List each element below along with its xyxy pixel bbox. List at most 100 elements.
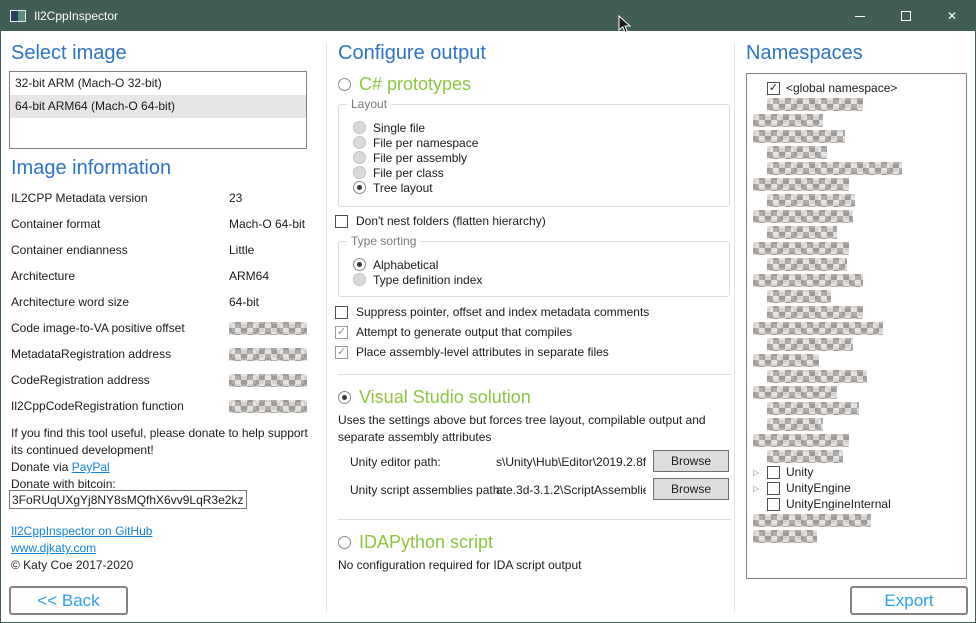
flatten-checkbox[interactable]: Don't nest folders (flatten hierarchy): [335, 213, 546, 229]
namespace-row-redacted: [753, 448, 964, 464]
browse-script-path-button[interactable]: Browse: [653, 478, 729, 500]
browse-editor-path-button[interactable]: Browse: [653, 450, 729, 472]
donate-block: If you find this tool useful, please don…: [11, 425, 317, 493]
namespace-checkbox[interactable]: ✓: [767, 82, 780, 95]
namespace-row[interactable]: ▷Unity: [753, 464, 964, 480]
redacted-namespace: [767, 418, 823, 431]
info-row: Architecture word size64-bit: [11, 289, 313, 315]
image-listbox[interactable]: 32-bit ARM (Mach-O 32-bit)64-bit ARM64 (…: [9, 71, 307, 149]
select-image-heading: Select image: [11, 42, 127, 65]
minimize-button[interactable]: [837, 1, 883, 31]
export-button[interactable]: Export: [850, 586, 968, 615]
info-row: Container formatMach-O 64-bit: [11, 211, 313, 237]
redacted-namespace: [753, 354, 819, 367]
maximize-icon: [901, 11, 911, 21]
layout-option[interactable]: File per assembly: [353, 150, 478, 165]
unity-editor-path-value[interactable]: s\Unity\Hub\Editor\2019.2.8f1: [496, 455, 646, 469]
redacted-namespace: [753, 322, 883, 335]
idapython-script-radio[interactable]: IDAPython script: [338, 531, 493, 553]
website-link[interactable]: www.djkaty.com: [11, 541, 96, 555]
layout-option[interactable]: Single file: [353, 120, 478, 135]
namespace-row-redacted: [753, 272, 964, 288]
namespace-checkbox[interactable]: [767, 498, 780, 511]
idapython-description: No configuration required for IDA script…: [338, 557, 730, 574]
paypal-link[interactable]: PayPal: [72, 460, 110, 474]
layout-option-label: File per assembly: [373, 151, 467, 165]
flatten-checkbox-label: Don't nest folders (flatten hierarchy): [356, 214, 546, 228]
namespace-row-redacted: [753, 416, 964, 432]
info-value: Mach-O 64-bit: [229, 217, 305, 231]
info-value: Little: [229, 243, 254, 257]
info-label: Architecture: [11, 269, 229, 283]
output-option-checkbox[interactable]: Suppress pointer, offset and index metad…: [335, 302, 649, 322]
image-list-item[interactable]: 64-bit ARM64 (Mach-O 64-bit): [10, 95, 306, 118]
back-button[interactable]: << Back: [9, 586, 128, 615]
redacted-namespace: [767, 370, 867, 383]
configure-output-heading: Configure output: [338, 42, 486, 65]
layout-group-label: Layout: [347, 97, 391, 111]
app-window: Il2CppInspector ✕ Select image 32-bit AR…: [0, 0, 976, 623]
namespace-row-redacted: [753, 432, 964, 448]
image-information-table: IL2CPP Metadata version23Container forma…: [11, 185, 313, 419]
maximize-button[interactable]: [883, 1, 929, 31]
type-sorting-option[interactable]: Type definition index: [353, 272, 482, 287]
layout-option-label: Tree layout: [373, 181, 433, 195]
close-button[interactable]: ✕: [929, 1, 975, 31]
namespace-row-redacted: [753, 288, 964, 304]
redacted-namespace: [767, 194, 855, 207]
namespace-row[interactable]: ✓<global namespace>: [753, 80, 964, 96]
redacted-namespace: [767, 162, 902, 175]
namespace-row-redacted: [753, 208, 964, 224]
expander-icon[interactable]: ▷: [753, 484, 767, 493]
redacted-namespace: [753, 242, 849, 255]
checkbox-icon: ✓: [335, 346, 348, 359]
layout-option[interactable]: File per namespace: [353, 135, 478, 150]
radio-icon: [338, 391, 351, 404]
namespace-row-redacted: [753, 400, 964, 416]
namespace-row-redacted: [753, 240, 964, 256]
csharp-prototypes-label: C# prototypes: [359, 74, 471, 95]
redacted-namespace: [767, 226, 837, 239]
output-option-checkbox[interactable]: ✓Place assembly-level attributes in sepa…: [335, 342, 649, 362]
namespace-row-redacted: [753, 176, 964, 192]
namespaces-tree[interactable]: ✓<global namespace> ▷Unity▷UnityEngineUni…: [746, 73, 967, 579]
info-value: ARM64: [229, 269, 269, 283]
namespace-row[interactable]: ▷UnityEngine: [753, 480, 964, 496]
csharp-prototypes-radio[interactable]: C# prototypes: [338, 73, 471, 95]
layout-option[interactable]: File per class: [353, 165, 478, 180]
namespace-row[interactable]: UnityEngineInternal: [753, 496, 964, 512]
close-icon: ✕: [947, 10, 957, 22]
layout-groupbox: Layout Single fileFile per namespaceFile…: [338, 104, 730, 207]
visual-studio-solution-radio[interactable]: Visual Studio solution: [338, 386, 531, 408]
info-row: CodeRegistration address: [11, 367, 313, 393]
info-label: Il2CppCodeRegistration function: [11, 399, 229, 413]
image-information-heading: Image information: [11, 157, 171, 180]
info-row: Code image-to-VA positive offset: [11, 315, 313, 341]
output-option-checkbox[interactable]: ✓Attempt to generate output that compile…: [335, 322, 649, 342]
image-list-item[interactable]: 32-bit ARM (Mach-O 32-bit): [10, 72, 306, 95]
namespaces-heading: Namespaces: [746, 42, 863, 65]
namespace-checkbox[interactable]: [767, 466, 780, 479]
type-sorting-option[interactable]: Alphabetical: [353, 257, 482, 272]
namespace-checkbox[interactable]: [767, 482, 780, 495]
namespace-row-redacted: [753, 160, 964, 176]
info-label: Code image-to-VA positive offset: [11, 321, 229, 335]
radio-icon: [353, 273, 366, 286]
expander-icon[interactable]: ▷: [753, 468, 767, 477]
copyright-text: © Katy Coe 2017-2020: [11, 557, 152, 574]
redacted-namespace: [753, 386, 837, 399]
info-label: CodeRegistration address: [11, 373, 229, 387]
redacted-namespace: [767, 146, 827, 159]
donate-text: If you find this tool useful, please don…: [11, 425, 317, 459]
redacted-namespace: [753, 434, 849, 447]
unity-script-path-value[interactable]: ate.3d-3.1.2\ScriptAssemblies: [496, 483, 646, 497]
output-option-label: Attempt to generate output that compiles: [356, 325, 572, 339]
bitcoin-address-input[interactable]: [9, 490, 247, 509]
info-label: Architecture word size: [11, 295, 229, 309]
info-value: 23: [229, 191, 242, 205]
right-column-separator: [734, 43, 735, 612]
title-bar[interactable]: Il2CppInspector ✕: [1, 1, 975, 31]
radio-icon: [353, 136, 366, 149]
github-link[interactable]: Il2CppInspector on GitHub: [11, 524, 152, 538]
layout-option[interactable]: Tree layout: [353, 180, 478, 195]
